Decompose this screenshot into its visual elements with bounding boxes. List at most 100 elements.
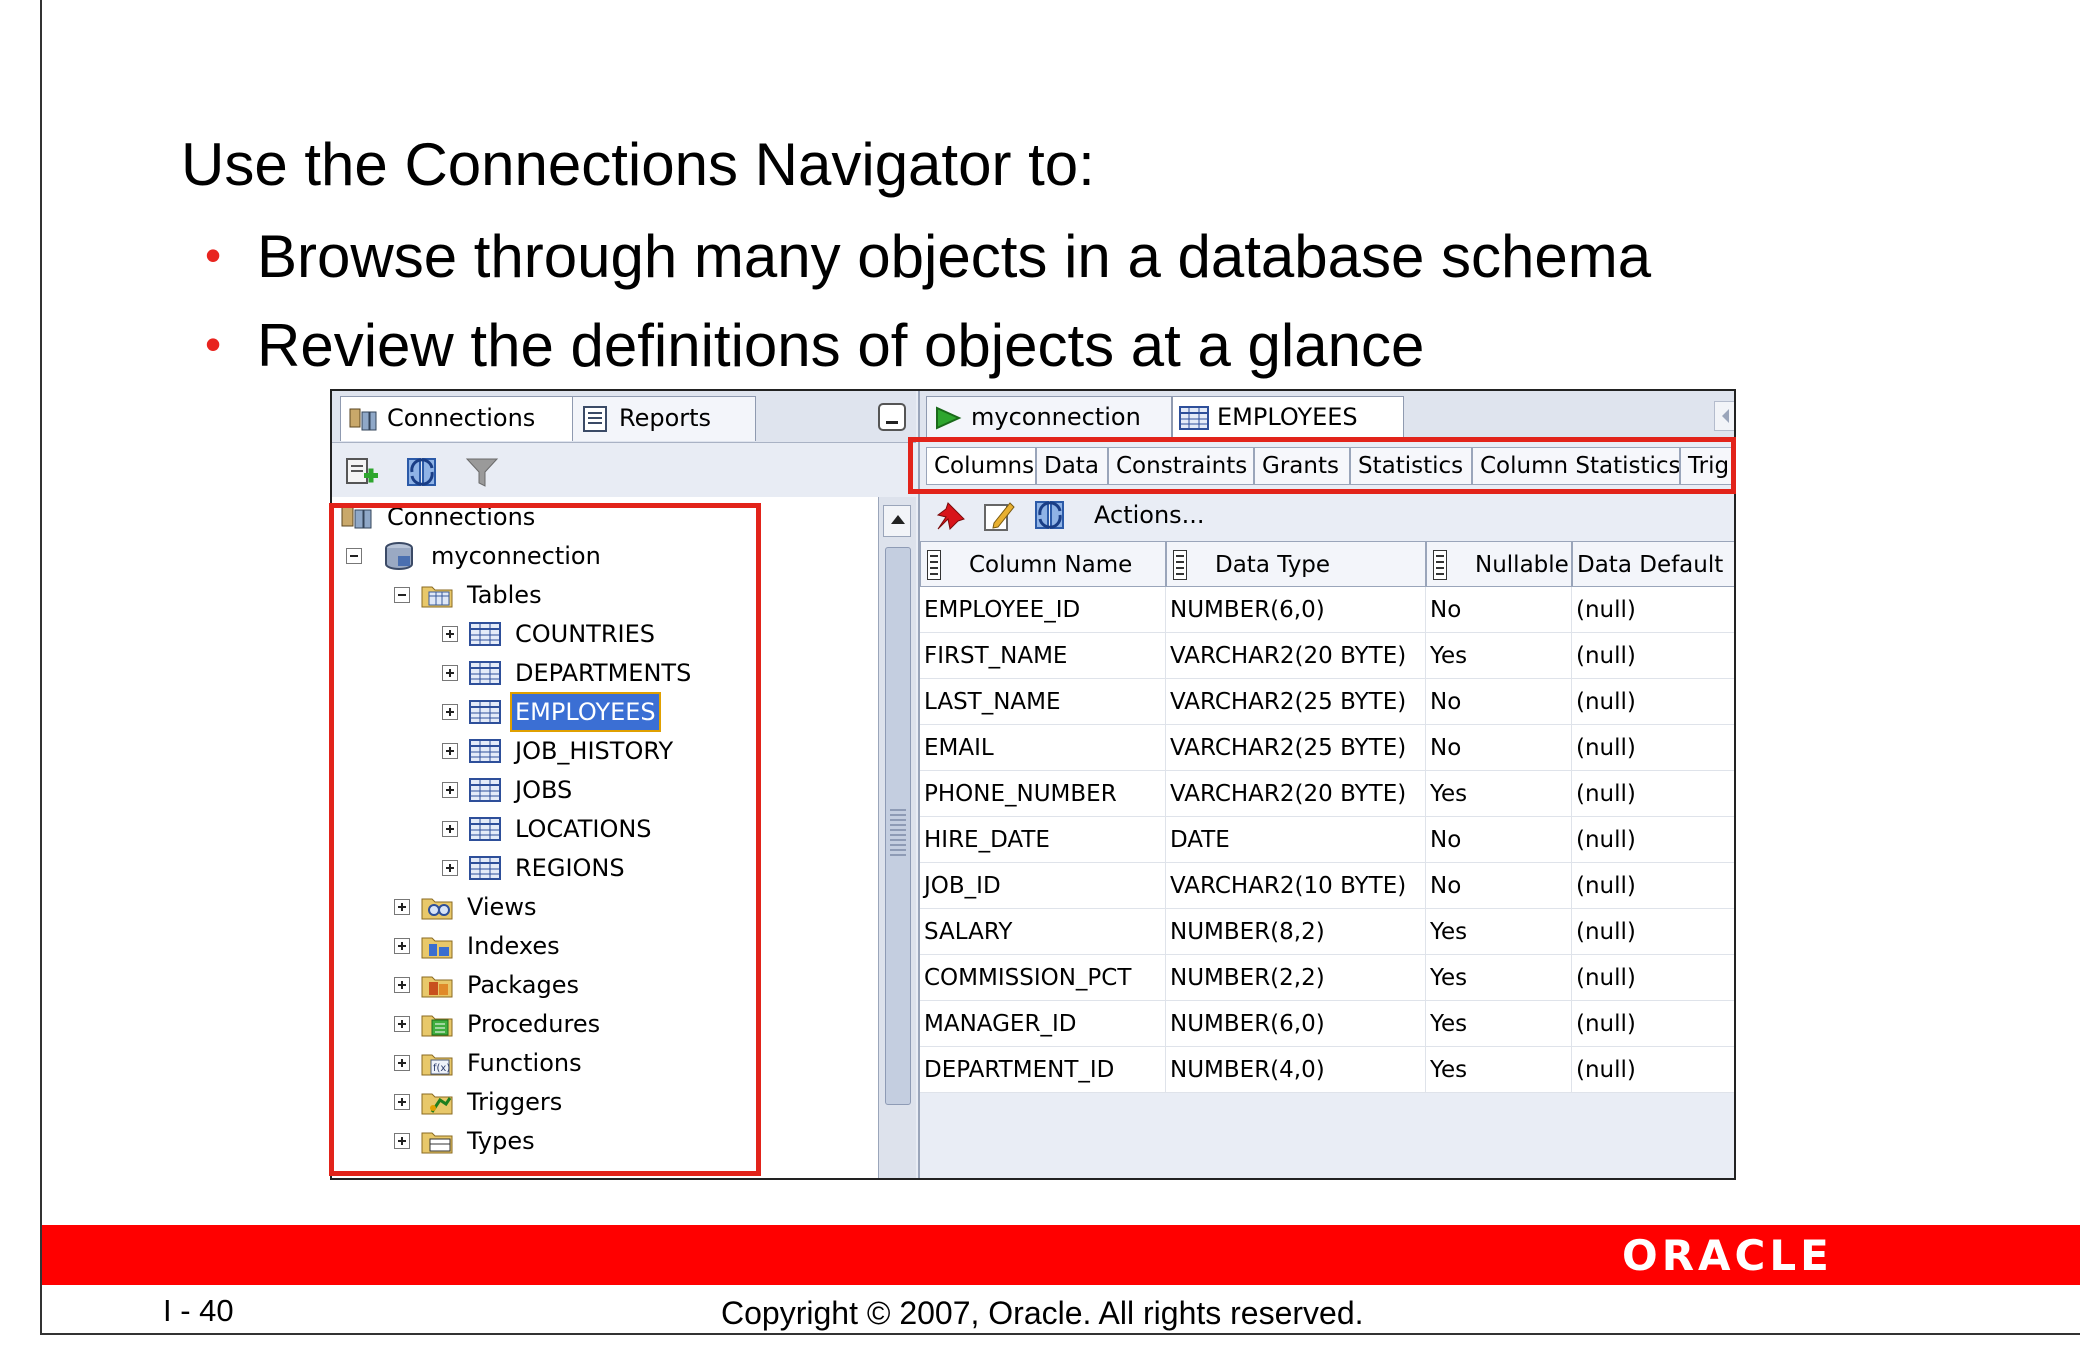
tab-reports[interactable]: Reports: [572, 396, 756, 441]
tree-label: Triggers: [467, 1088, 563, 1116]
cell-data-default: (null): [1572, 1001, 1734, 1047]
table-row[interactable]: MANAGER_ID NUMBER(6,0) Yes (null): [920, 1001, 1734, 1047]
table-row[interactable]: PHONE_NUMBER VARCHAR2(20 BYTE) Yes (null): [920, 771, 1734, 817]
cell-data-default: (null): [1572, 587, 1734, 633]
add-connection-icon[interactable]: [344, 455, 380, 489]
actions-menu[interactable]: Actions...: [1094, 499, 1205, 531]
expand-toggle[interactable]: [442, 743, 458, 759]
procedures-folder-icon: [421, 1015, 453, 1037]
filter-icon[interactable]: [464, 455, 500, 489]
collapse-toggle[interactable]: [346, 548, 362, 564]
tree-label: Tables: [467, 581, 542, 609]
expand-toggle[interactable]: [394, 1094, 410, 1110]
expand-toggle[interactable]: [442, 704, 458, 720]
header-column-name[interactable]: Column Name: [920, 541, 1166, 587]
cell-data-default: (null): [1572, 863, 1734, 909]
navigator-toolbar: [332, 443, 916, 497]
cell-column-name: JOB_ID: [920, 863, 1166, 909]
subtab-grants[interactable]: Grants: [1254, 447, 1350, 485]
table-row[interactable]: EMPLOYEE_ID NUMBER(6,0) No (null): [920, 587, 1734, 633]
expand-toggle[interactable]: [442, 860, 458, 876]
edit-icon[interactable]: [982, 499, 1016, 533]
tab-scroll-left-button[interactable]: [1714, 401, 1734, 431]
database-icon: [385, 542, 413, 570]
expand-toggle[interactable]: [442, 665, 458, 681]
refresh-icon[interactable]: [1032, 497, 1068, 533]
tree-scrollbar[interactable]: [878, 497, 916, 1178]
indexes-folder-icon: [421, 937, 453, 959]
connections-tree: Connections myconnection Tables COUNTRIE…: [332, 497, 878, 1178]
subtab-triggers[interactable]: Trig: [1680, 447, 1734, 485]
tab-label: EMPLOYEES: [1217, 403, 1358, 431]
table-icon: [469, 700, 501, 724]
table-row[interactable]: FIRST_NAME VARCHAR2(20 BYTE) Yes (null): [920, 633, 1734, 679]
sort-icon: [1173, 550, 1187, 580]
cell-data-type: VARCHAR2(25 BYTE): [1166, 679, 1426, 725]
cell-data-default: (null): [1572, 679, 1734, 725]
expand-toggle[interactable]: [442, 626, 458, 642]
header-nullable[interactable]: Nullable: [1426, 541, 1572, 587]
tab-myconnection[interactable]: myconnection: [926, 396, 1172, 439]
tab-label: myconnection: [971, 403, 1141, 431]
scroll-thumb[interactable]: [885, 547, 911, 1105]
cell-nullable: Yes: [1426, 633, 1572, 679]
tab-employees[interactable]: EMPLOYEES: [1172, 396, 1404, 439]
tree-label: myconnection: [431, 542, 601, 570]
subtab-statistics[interactable]: Statistics: [1350, 447, 1472, 485]
table-row[interactable]: HIRE_DATE DATE No (null): [920, 817, 1734, 863]
tree-label: JOB_HISTORY: [515, 737, 674, 765]
editor-tab-bar: myconnection EMPLOYEES: [920, 391, 1734, 439]
cell-data-type: NUMBER(6,0): [1166, 1001, 1426, 1047]
expand-toggle[interactable]: [394, 938, 410, 954]
cell-column-name: EMPLOYEE_ID: [920, 587, 1166, 633]
header-data-default[interactable]: Data Default: [1572, 541, 1734, 587]
expand-toggle[interactable]: [394, 1055, 410, 1071]
cell-nullable: Yes: [1426, 1001, 1572, 1047]
triggers-folder-icon: [421, 1093, 453, 1115]
bullet-text: Review the definitions of objects at a g…: [257, 312, 1425, 379]
tree-label: Types: [467, 1127, 535, 1155]
subtab-data[interactable]: Data: [1036, 447, 1108, 485]
cell-nullable: No: [1426, 679, 1572, 725]
expand-toggle[interactable]: [394, 899, 410, 915]
subtab-constraints[interactable]: Constraints: [1108, 447, 1254, 485]
cell-data-type: VARCHAR2(10 BYTE): [1166, 863, 1426, 909]
tab-connections[interactable]: Connections: [340, 396, 576, 441]
table-row[interactable]: JOB_ID VARCHAR2(10 BYTE) No (null): [920, 863, 1734, 909]
tables-folder-icon: [421, 586, 453, 608]
sql-worksheet-icon: [936, 406, 962, 430]
connections-icon: [349, 408, 377, 431]
table-row[interactable]: LAST_NAME VARCHAR2(25 BYTE) No (null): [920, 679, 1734, 725]
scroll-up-button[interactable]: [883, 505, 911, 537]
collapse-toggle[interactable]: [394, 587, 410, 603]
subtab-columns[interactable]: Columns: [926, 447, 1036, 485]
header-label: Nullable: [1475, 552, 1569, 578]
minimize-button[interactable]: [878, 403, 906, 431]
header-data-type[interactable]: Data Type: [1166, 541, 1426, 587]
sql-developer-screenshot: Connections Reports Connections myconnec…: [330, 389, 1736, 1180]
expand-toggle[interactable]: [442, 821, 458, 837]
expand-toggle[interactable]: [442, 782, 458, 798]
table-row[interactable]: EMAIL VARCHAR2(25 BYTE) No (null): [920, 725, 1734, 771]
cell-column-name: SALARY: [920, 909, 1166, 955]
table-row[interactable]: SALARY NUMBER(8,2) Yes (null): [920, 909, 1734, 955]
types-folder-icon: [421, 1132, 453, 1154]
expand-toggle[interactable]: [394, 1133, 410, 1149]
navigator-tab-bar: Connections Reports: [332, 391, 916, 443]
expand-toggle[interactable]: [394, 1016, 410, 1032]
subtab-column-statistics[interactable]: Column Statistics: [1472, 447, 1680, 485]
svg-text:f(x): f(x): [433, 1063, 450, 1074]
copyright-text: Copyright © 2007, Oracle. All rights res…: [721, 1295, 1364, 1331]
expand-toggle[interactable]: [394, 977, 410, 993]
pin-icon[interactable]: [934, 499, 968, 533]
grid-header: Column Name Data Type Nullable Data Defa…: [920, 541, 1734, 587]
scroll-grip: [890, 806, 906, 856]
cell-data-type: NUMBER(8,2): [1166, 909, 1426, 955]
table-row[interactable]: COMMISSION_PCT NUMBER(2,2) Yes (null): [920, 955, 1734, 1001]
table-row[interactable]: DEPARTMENT_ID NUMBER(4,0) Yes (null): [920, 1047, 1734, 1093]
cell-nullable: Yes: [1426, 1047, 1572, 1093]
tree-label: Connections: [387, 503, 536, 531]
cell-data-type: VARCHAR2(20 BYTE): [1166, 771, 1426, 817]
columns-grid: Column Name Data Type Nullable Data Defa…: [920, 541, 1734, 1178]
refresh-icon[interactable]: [404, 455, 440, 489]
